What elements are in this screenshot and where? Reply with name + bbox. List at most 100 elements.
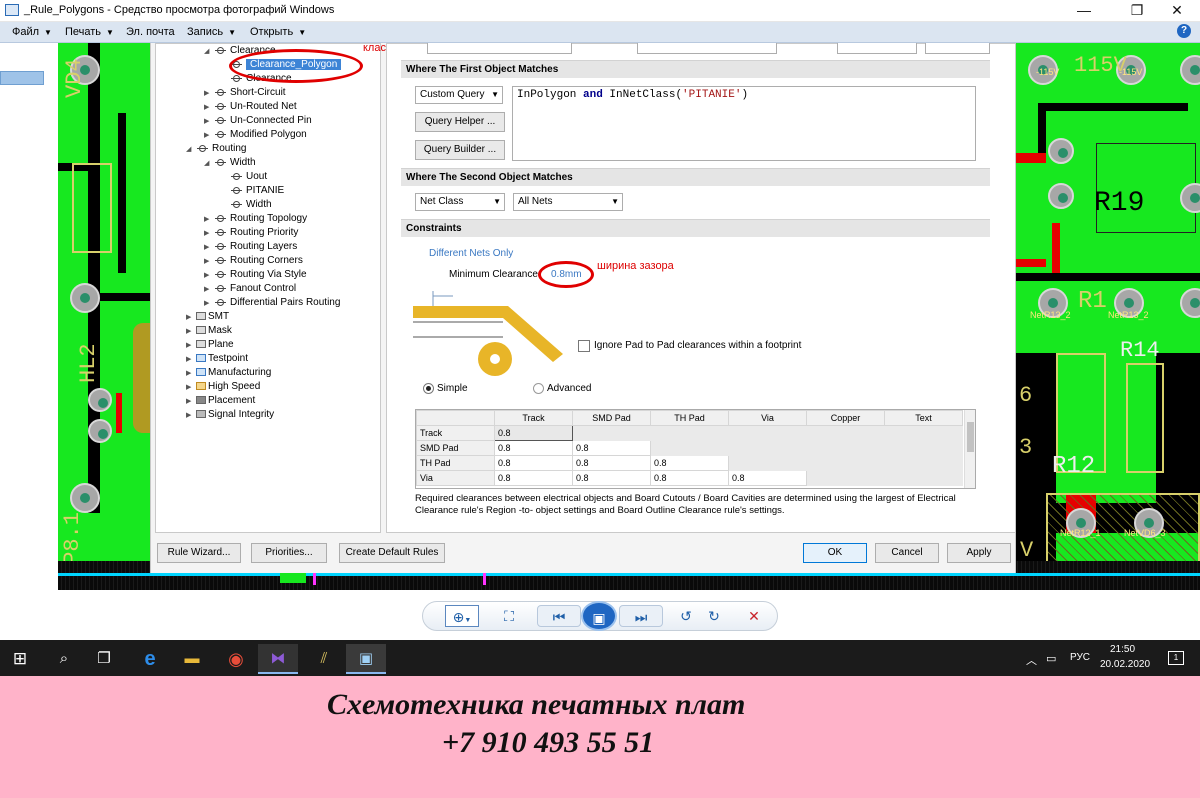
expand-icon: ▶: [204, 104, 210, 111]
ok-button[interactable]: OK: [803, 543, 867, 563]
query-builder-button[interactable]: Query Builder ...: [415, 140, 505, 160]
tree-item-routing-topology[interactable]: ▶ Routing Topology: [204, 212, 307, 226]
test-queries-field[interactable]: [925, 43, 990, 54]
menu-burn-label: Запись: [187, 26, 224, 38]
first-match-mode-select[interactable]: Custom Query ▼: [415, 86, 503, 104]
tree-item-pitanie[interactable]: PITANIE: [230, 184, 284, 198]
tree-item-routing[interactable]: ◢ Routing: [186, 142, 246, 156]
menu-print[interactable]: Печать ▼: [65, 26, 114, 38]
expand-icon: ▶: [204, 118, 210, 125]
search-icon[interactable]: ⌕: [44, 644, 84, 674]
high-speed-icon: [196, 382, 206, 390]
menu-open[interactable]: Открыть ▼: [250, 26, 306, 38]
windows-start-icon[interactable]: ⊞: [0, 644, 40, 674]
matrix-cell[interactable]: 0.8: [494, 455, 573, 471]
menu-print-label: Печать: [65, 26, 102, 38]
tree-item-uout[interactable]: Uout: [230, 170, 267, 184]
tree-item-manufacturing[interactable]: ▶ Manufacturing: [186, 366, 271, 380]
second-match-value-select[interactable]: All Nets ▼: [513, 193, 623, 211]
menu-file[interactable]: Файл ▼: [12, 26, 52, 38]
next-icon[interactable]: ⏭: [619, 605, 663, 627]
delete-icon[interactable]: ✕: [743, 605, 765, 627]
help-icon[interactable]: ?: [1177, 24, 1191, 38]
simple-radio[interactable]: [423, 383, 434, 394]
create-default-rules-button[interactable]: Create Default Rules: [339, 543, 445, 563]
clearance-note: Required clearances between electrical o…: [415, 493, 956, 516]
previous-icon[interactable]: ⏮: [537, 605, 581, 627]
tree-item-width[interactable]: ◢ Width: [204, 156, 256, 170]
rule-icon: [214, 158, 228, 166]
clock-date[interactable]: 20.02.2020: [1100, 659, 1150, 670]
tree-item-testpoint[interactable]: ▶ Testpoint: [186, 352, 248, 366]
tree-item-routing-layers[interactable]: ▶ Routing Layers: [204, 240, 297, 254]
matrix-cell[interactable]: 0.8: [650, 455, 729, 471]
matrix-cell[interactable]: 0.8: [494, 425, 573, 441]
edge-icon[interactable]: e: [130, 644, 170, 674]
matrix-cell[interactable]: 0.8: [572, 440, 651, 456]
rotate-right-icon[interactable]: ↻: [703, 605, 725, 627]
chevron-down-icon: ▼: [44, 28, 52, 37]
matrix-cell[interactable]: 0.8: [494, 440, 573, 456]
viewer-toolbar-group: ⊕▼ ⛶ ⏮ ▣ ⏭ ↺ ↻ ✕: [422, 601, 778, 631]
language-indicator[interactable]: РУС: [1070, 652, 1090, 663]
query-helper-button[interactable]: Query Helper ...: [415, 112, 505, 132]
clearance-diagram: [413, 291, 563, 376]
tree-item-unrouted-net[interactable]: ▶ Un-Routed Net: [204, 100, 297, 114]
matrix-cell[interactable]: 0.8: [494, 470, 573, 486]
tree-item-plane[interactable]: ▶ Plane: [186, 338, 234, 352]
cancel-button[interactable]: Cancel: [875, 543, 939, 563]
tree-item-high-speed[interactable]: ▶ High Speed: [186, 380, 260, 394]
priorities-button[interactable]: Priorities...: [251, 543, 327, 563]
tree-item-routing-priority[interactable]: ▶ Routing Priority: [204, 226, 298, 240]
zoom-icon[interactable]: ⊕▼: [445, 605, 479, 627]
rule-wizard-button[interactable]: Rule Wizard...: [157, 543, 241, 563]
tree-item-diff-pairs[interactable]: ▶ Differential Pairs Routing: [204, 296, 340, 310]
tree-item-modified-polygon[interactable]: ▶ Modified Polygon: [204, 128, 307, 142]
ignore-pad-checkbox[interactable]: [578, 340, 590, 352]
slideshow-icon[interactable]: ▣: [581, 601, 617, 631]
pcb-label-netr13-b: NetR13_2: [1108, 310, 1149, 320]
menu-burn[interactable]: Запись ▼: [187, 26, 236, 38]
notification-icon[interactable]: 1: [1168, 651, 1184, 665]
tree-item-routing-via-style[interactable]: ▶ Routing Via Style: [204, 268, 307, 282]
rotate-left-icon[interactable]: ↺: [675, 605, 697, 627]
tree-item-short-circuit[interactable]: ▶ Short-Circuit: [204, 86, 286, 100]
name-field[interactable]: [427, 43, 572, 54]
tree-item-width-rule[interactable]: Width: [230, 198, 272, 212]
second-match-type-select[interactable]: Net Class ▼: [415, 193, 505, 211]
different-nets-label: Different Nets Only: [429, 248, 514, 259]
task-view-icon[interactable]: ❐: [84, 644, 124, 674]
menu-email[interactable]: Эл. почта: [126, 26, 175, 38]
comment-field[interactable]: [637, 43, 777, 54]
chrome-icon[interactable]: ◉: [216, 644, 256, 674]
advanced-radio[interactable]: [533, 383, 544, 394]
photo-viewer-task-icon[interactable]: ▣: [346, 644, 386, 674]
minimize-button[interactable]: —: [1061, 0, 1107, 22]
tray-chevron-icon[interactable]: ︿: [1026, 652, 1037, 668]
matrix-cell[interactable]: 0.8: [650, 470, 729, 486]
tree-item-unconnected-pin[interactable]: ▶ Un-Connected Pin: [204, 114, 312, 128]
matrix-cell[interactable]: 0.8: [572, 470, 651, 486]
expand-icon: ▶: [186, 384, 192, 391]
tree-item-mask[interactable]: ▶ Mask: [186, 324, 232, 338]
tree-item-fanout-control[interactable]: ▶ Fanout Control: [204, 282, 296, 296]
unique-id-field[interactable]: [837, 43, 917, 54]
tree-item-placement[interactable]: ▶ Placement: [186, 394, 255, 408]
tree-item-smt[interactable]: ▶ SMT: [186, 310, 229, 324]
matrix-cell[interactable]: 0.8: [728, 470, 807, 486]
close-button[interactable]: ✕: [1154, 0, 1200, 22]
query-textbox[interactable]: InPolygon and InNetClass('PITANIE'): [512, 86, 976, 161]
file-explorer-icon[interactable]: ▬: [172, 644, 212, 674]
actual-size-icon[interactable]: ⛶: [497, 605, 521, 627]
tree-item-routing-corners[interactable]: ▶ Routing Corners: [204, 254, 303, 268]
matrix-cell[interactable]: 0.8: [572, 455, 651, 471]
clock-time[interactable]: 21:50: [1110, 644, 1135, 655]
apply-button[interactable]: Apply: [947, 543, 1011, 563]
matrix-scrollbar[interactable]: [964, 410, 975, 488]
visual-studio-icon[interactable]: ⧓: [258, 644, 298, 674]
altium-icon[interactable]: ⫽: [304, 644, 344, 674]
rule-icon: [196, 144, 210, 152]
battery-icon[interactable]: ▭: [1046, 652, 1056, 665]
chevron-down-icon: ▼: [228, 28, 237, 37]
tree-item-signal-integrity[interactable]: ▶ Signal Integrity: [186, 408, 274, 422]
